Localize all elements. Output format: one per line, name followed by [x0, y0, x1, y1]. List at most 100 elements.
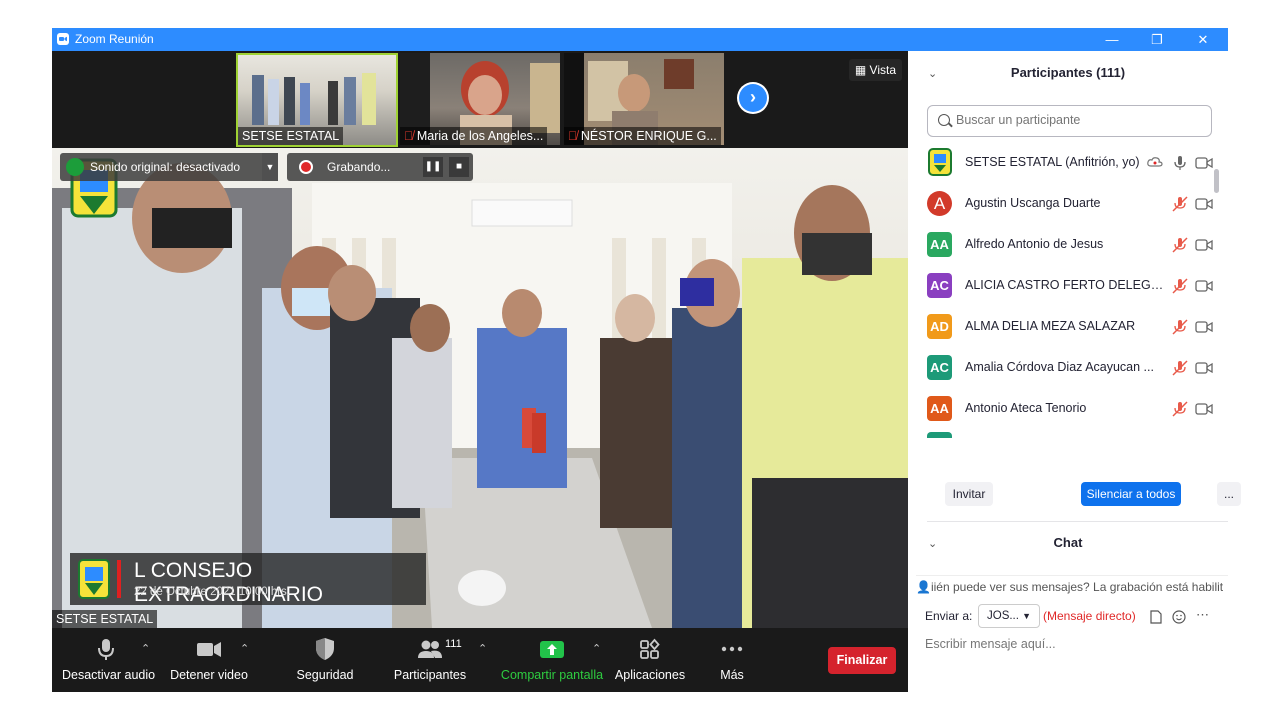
video-options-caret[interactable]: ⌃ — [240, 642, 249, 655]
end-meeting-button[interactable]: Finalizar — [828, 647, 896, 674]
participant-row[interactable]: AA Antonio Ateca Tenorio — [927, 388, 1217, 429]
more-button[interactable]: Más — [712, 636, 752, 682]
apps-icon — [640, 638, 660, 659]
restore-button[interactable]: ❐ — [1142, 29, 1172, 50]
record-dot-icon — [301, 162, 311, 172]
side-panel: ⌄ Participantes (111) SETSE ESTATAL (Anf… — [908, 51, 1241, 692]
minimize-button[interactable]: — — [1097, 29, 1127, 50]
mute-audio-button[interactable]: Desactivar audio — [62, 636, 155, 682]
recording-indicator: Grabando... ❚❚ ■ — [287, 153, 473, 181]
participant-search[interactable] — [927, 105, 1212, 137]
main-video: Sonido original: desactivado ▼ Grabando.… — [52, 148, 908, 628]
security-button[interactable]: Seguridad — [292, 636, 358, 682]
video-camera-icon[interactable] — [1195, 402, 1213, 416]
participants-scrollbar[interactable] — [1214, 169, 1219, 193]
search-icon — [938, 114, 950, 126]
thumbnail-maria[interactable]: 🎙̸ Maria de los Angeles... — [400, 53, 560, 145]
chat-title: Chat — [1053, 535, 1083, 550]
people-icon: 👤 — [916, 580, 931, 594]
share-screen-icon — [540, 641, 564, 658]
muted-microphone-icon[interactable] — [1171, 236, 1189, 254]
search-input[interactable] — [954, 112, 1208, 128]
window-title: Zoom Reunión — [75, 32, 154, 46]
thumbnail-nestor[interactable]: 🎙̸ NÉSTOR ENRIQUE G... — [564, 53, 724, 145]
recipient-select[interactable]: JOS... ▼ — [978, 604, 1041, 628]
title-bar: Zoom Reunión — ❐ ✕ — [52, 28, 1228, 51]
invite-button[interactable]: Invitar — [945, 482, 993, 506]
participant-name: Antonio Ateca Tenorio — [965, 401, 1087, 415]
cloud-recording-icon — [1147, 157, 1163, 167]
next-page-button[interactable]: › — [737, 82, 769, 114]
avatar: A — [927, 191, 952, 216]
original-sound-indicator[interactable]: Sonido original: desactivado ▼ — [60, 153, 278, 181]
participant-row[interactable]: AC ALICIA CASTRO FERTO DELEGAC... — [927, 265, 1217, 306]
file-icon[interactable] — [1150, 610, 1162, 624]
close-button[interactable]: ✕ — [1188, 29, 1218, 50]
thumbnail-name: 🎙̸ Maria de los Angeles... — [400, 127, 548, 145]
send-to-label: Enviar a: — [925, 609, 973, 623]
participant-name: Amalia Córdova Diaz Acayucan ... — [965, 360, 1154, 374]
muted-microphone-icon[interactable] — [1171, 277, 1189, 295]
participant-name: ALICIA CASTRO FERTO DELEGAC... — [965, 278, 1165, 292]
audio-options-caret[interactable]: ⌃ — [141, 642, 150, 655]
microphone-icon — [98, 639, 114, 660]
speaker-name: SETSE ESTATAL — [52, 610, 158, 628]
participants-title: Participantes (111) — [1010, 65, 1126, 80]
thumbnail-name: 🎙̸ NÉSTOR ENRIQUE G... — [564, 127, 721, 145]
people-icon — [418, 640, 442, 658]
participant-row[interactable]: A Agustin Uscanga Duarte — [927, 183, 1217, 224]
pause-recording-button[interactable]: ❚❚ — [423, 157, 443, 177]
video-camera-icon — [197, 642, 221, 657]
event-banner: L CONSEJO EXTRAORDINARIO 22 de Octubre 2… — [70, 553, 426, 606]
share-options-caret[interactable]: ⌃ — [592, 642, 601, 655]
chevron-down-icon[interactable]: ▼ — [262, 153, 278, 181]
microphone-icon[interactable] — [1171, 154, 1189, 172]
video-camera-icon[interactable] — [1195, 238, 1213, 252]
banner-title: L CONSEJO EXTRAORDINARIO — [134, 559, 324, 606]
participants-options-caret[interactable]: ⌃ — [478, 642, 487, 655]
emoji-icon[interactable] — [1172, 610, 1186, 624]
video-camera-icon[interactable] — [1195, 279, 1213, 293]
direct-message-label: (Mensaje directo) — [1043, 609, 1136, 623]
muted-microphone-icon[interactable] — [1171, 359, 1189, 377]
ellipsis-icon — [721, 646, 743, 652]
avatar: AC — [927, 355, 952, 380]
participant-row[interactable]: AA Alfredo Antonio de Jesus — [927, 224, 1217, 265]
muted-microphone-icon[interactable] — [1171, 195, 1189, 213]
participants-button[interactable]: Participantes 111 — [392, 636, 468, 682]
video-camera-icon[interactable] — [1195, 156, 1213, 170]
participant-row[interactable]: AD ALMA DELIA MEZA SALAZAR — [927, 306, 1217, 347]
avatar: AA — [927, 232, 952, 257]
muted-microphone-icon[interactable] — [1171, 318, 1189, 336]
thumbnail-setse[interactable]: SETSE ESTATAL — [236, 53, 398, 147]
video-camera-icon[interactable] — [1195, 320, 1213, 334]
view-button[interactable]: ▦ Vista — [848, 59, 902, 81]
chat-more-icon[interactable]: ⋯ — [1196, 607, 1209, 623]
panel-divider — [927, 521, 1228, 522]
share-screen-button[interactable]: Compartir pantalla — [500, 636, 604, 682]
muted-microphone-icon[interactable] — [1171, 400, 1189, 418]
participant-name: ALMA DELIA MEZA SALAZAR — [965, 319, 1136, 333]
avatar: AA — [927, 396, 952, 421]
avatar: AD — [927, 314, 952, 339]
shield-check-icon — [66, 158, 84, 176]
participant-name: Alfredo Antonio de Jesus — [965, 237, 1104, 251]
participant-row[interactable]: SETSE ESTATAL (Anfitrión, yo) — [927, 142, 1217, 183]
shield-icon — [316, 638, 334, 660]
grid-icon: ▦ — [854, 63, 867, 77]
avatar: AC — [927, 273, 952, 298]
chat-message-input[interactable]: Escribir mensaje aquí... — [925, 637, 1056, 651]
more-options-button[interactable]: ... — [1217, 482, 1241, 506]
mute-all-button[interactable]: Silenciar a todos — [1081, 482, 1181, 506]
meeting-area: SETSE ESTATAL 🎙̸ Maria de los Angeles...… — [52, 51, 908, 692]
chat-privacy-notice[interactable]: 👤iién puede ver sus mensajes? La grabaci… — [916, 575, 1228, 596]
participants-count: 111 — [445, 638, 462, 650]
participant-row[interactable]: AC Amalia Córdova Diaz Acayucan ... — [927, 347, 1217, 388]
apps-button[interactable]: Aplicaciones — [614, 636, 686, 682]
stop-recording-button[interactable]: ■ — [449, 157, 469, 177]
video-camera-icon[interactable] — [1195, 361, 1213, 375]
setse-avatar — [928, 148, 952, 176]
participant-name: SETSE ESTATAL (Anfitrión, yo) — [965, 155, 1140, 169]
video-camera-icon[interactable] — [1195, 197, 1213, 211]
meeting-toolbar: Desactivar audio ⌃ Detener video ⌃ Segur… — [52, 628, 908, 692]
